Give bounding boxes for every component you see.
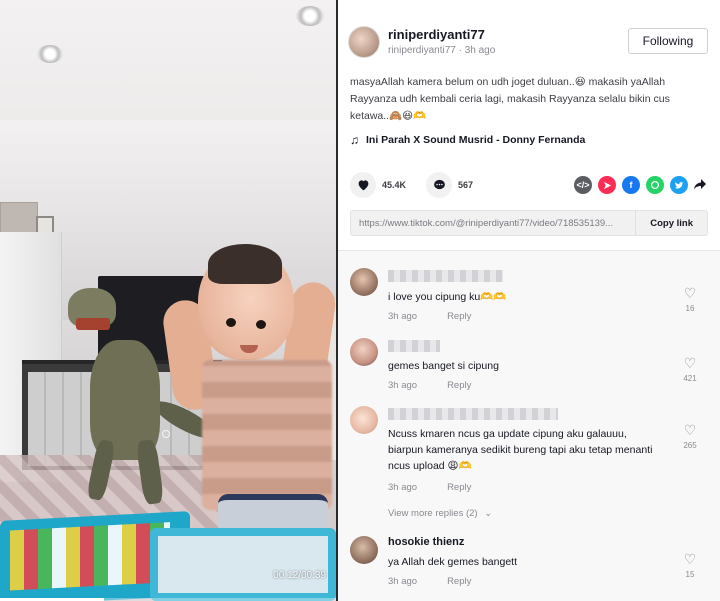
music-title[interactable]: Ini Parah X Sound Musrid - Donny Fernand… <box>366 134 585 146</box>
comment-button[interactable] <box>426 172 453 198</box>
comment-bubble-icon <box>433 179 445 190</box>
ceiling-light <box>37 45 63 63</box>
comment-meta: 3h ago Reply <box>388 311 471 322</box>
embed-icon[interactable]: </> <box>574 176 592 194</box>
facebook-icon[interactable]: f <box>622 176 640 194</box>
comment-time: 3h ago <box>388 311 418 322</box>
baby-eye <box>256 320 266 329</box>
chevron-down-icon: ⌄ <box>484 508 493 519</box>
comments-section[interactable]: i love you cipung ku🫶🫶 3h ago Reply ♡ 16… <box>338 250 720 601</box>
heart-outline-icon: ♡ <box>683 355 697 371</box>
video-player[interactable]: 00:12/00:39 <box>0 0 336 601</box>
comment-like[interactable]: ♡ 421 <box>680 356 700 383</box>
whatsapp-icon[interactable] <box>646 176 664 194</box>
video-time: 00:12/00:39 <box>273 570 326 581</box>
view-more-replies-label: View more replies (2) <box>388 508 478 519</box>
comment-text: gemes banget si cipung <box>388 360 499 372</box>
comment-time: 3h ago <box>388 380 418 391</box>
music-row[interactable]: ♫ Ini Parah X Sound Musrid - Donny Ferna… <box>350 133 585 147</box>
comment-like-count: 265 <box>683 441 697 450</box>
comment-like-count: 421 <box>683 374 697 383</box>
post-info: riniperdiyanti77 riniperdiyanti77 · 3h a… <box>338 0 720 250</box>
author-avatar[interactable] <box>348 26 380 58</box>
like-button[interactable] <box>350 172 376 198</box>
commenter-avatar[interactable] <box>350 406 378 434</box>
reply-button[interactable]: Reply <box>447 311 471 322</box>
share-more-icon[interactable] <box>694 178 708 193</box>
comment-like[interactable]: ♡ 15 <box>680 552 700 579</box>
heart-outline-icon: ♡ <box>683 551 697 567</box>
comment-time: 3h ago <box>388 576 418 587</box>
video-link-url[interactable]: https://www.tiktok.com/@riniperdiyanti77… <box>351 218 635 229</box>
blurred-region <box>202 360 332 510</box>
dinosaur-toy-jaw <box>76 318 110 330</box>
comment-time: 3h ago <box>388 482 418 493</box>
comment-like-count: 16 <box>685 304 695 313</box>
reply-button[interactable]: Reply <box>447 576 471 587</box>
comment-meta: 3h ago Reply <box>388 482 471 493</box>
heart-outline-icon: ♡ <box>683 285 697 301</box>
commenter-avatar[interactable] <box>350 536 378 564</box>
author-name[interactable]: riniperdiyanti77 <box>388 27 485 42</box>
commenter-name-redacted <box>388 408 558 420</box>
commenter-avatar[interactable] <box>350 268 378 296</box>
commenter-name-redacted <box>388 340 440 352</box>
view-more-replies[interactable]: View more replies (2) ⌄ <box>388 508 492 519</box>
baby-hair <box>208 244 282 284</box>
play-indicator <box>162 430 170 438</box>
author-subtitle: riniperdiyanti77 · 3h ago <box>388 45 496 56</box>
ceiling-light <box>296 6 324 26</box>
commenter-avatar[interactable] <box>350 338 378 366</box>
twitter-icon[interactable] <box>670 176 688 194</box>
toy-drawing-screen <box>150 528 336 601</box>
commenter-name[interactable]: hosokie thienz <box>388 536 464 548</box>
like-count: 45.4K <box>382 180 407 190</box>
comment-like[interactable]: ♡ 265 <box>680 423 700 450</box>
shelf-box <box>0 202 38 236</box>
comment-text: ya Allah dek gemes bangett <box>388 556 518 568</box>
comment-text: i love you cipung ku🫶🫶 <box>388 291 507 303</box>
heart-icon <box>358 180 368 191</box>
share-row: </> f <box>574 176 708 194</box>
comment-meta: 3h ago Reply <box>388 380 471 391</box>
reply-button[interactable]: Reply <box>447 380 471 391</box>
post-caption: masyaAllah kamera belum on udh joget dul… <box>350 76 670 122</box>
baby-eye <box>226 318 236 327</box>
comment-meta: 3h ago Reply <box>388 576 471 587</box>
stats-row: 45.4K 567 <box>350 172 493 198</box>
music-note-icon: ♫ <box>350 133 359 147</box>
heart-outline-icon: ♡ <box>683 422 697 438</box>
comment-count: 567 <box>458 180 474 190</box>
following-button[interactable]: Following <box>628 28 708 54</box>
commenter-name-redacted <box>388 270 503 282</box>
comment-like-count: 15 <box>685 570 695 579</box>
side-panel: riniperdiyanti77 riniperdiyanti77 · 3h a… <box>338 0 720 601</box>
comment-like[interactable]: ♡ 16 <box>680 286 700 313</box>
reply-button[interactable]: Reply <box>447 482 471 493</box>
copy-link-box: https://www.tiktok.com/@riniperdiyanti77… <box>350 210 708 236</box>
send-icon[interactable] <box>598 176 616 194</box>
copy-link-button[interactable]: Copy link <box>635 211 707 235</box>
comment-text: Ncuss kmaren ncus ga update cipung aku g… <box>388 428 653 472</box>
